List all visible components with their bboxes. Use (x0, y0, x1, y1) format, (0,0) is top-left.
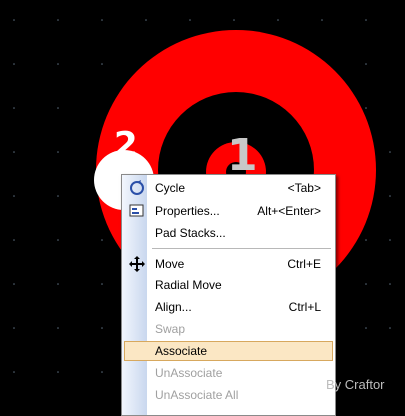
menu-item-align[interactable]: Align... Ctrl+L (124, 297, 333, 317)
menu-item-label: Associate (155, 344, 208, 358)
cycle-icon (129, 180, 145, 196)
menu-item-cycle[interactable]: Cycle <Tab> (124, 178, 333, 198)
menu-item-shortcut: <Tab> (287, 181, 321, 195)
menu-item-label: UnAssociate All (155, 388, 239, 402)
menu-item-label: Radial Move (155, 278, 222, 292)
menu-item-swap[interactable]: Swap (124, 319, 333, 339)
menu-item-shortcut: Ctrl+L (288, 300, 321, 314)
menu-item-label: Pad Stacks... (155, 226, 226, 240)
menu-item-label: Align... (155, 300, 192, 314)
menu-item-move[interactable]: Move Ctrl+E (124, 254, 333, 274)
move-arrows-icon (129, 256, 145, 272)
menu-separator (152, 248, 331, 249)
menu-item-label: Properties... (155, 204, 220, 218)
menu-item-shortcut: Ctrl+E (287, 257, 321, 271)
menu-item-pad-stacks[interactable]: Pad Stacks... (124, 223, 333, 243)
menu-item-properties[interactable]: Properties... Alt+<Enter> (124, 201, 333, 221)
menu-item-unassociate[interactable]: UnAssociate (124, 363, 333, 383)
menu-item-label: UnAssociate (155, 366, 223, 380)
context-menu: Cycle <Tab> Properties... Alt+<Enter> Pa… (121, 174, 336, 416)
menu-item-label: Move (155, 257, 185, 271)
properties-icon (129, 203, 145, 219)
menu-item-label: Cycle (155, 181, 186, 195)
neighbor-pin-label: 2 (114, 125, 138, 165)
menu-item-label: Swap (155, 322, 186, 336)
watermark-text: By Craftor (326, 377, 385, 392)
menu-item-shortcut: Alt+<Enter> (257, 204, 321, 218)
menu-item-unassociate-all[interactable]: UnAssociate All (124, 385, 333, 405)
menu-item-radial-move[interactable]: Radial Move (124, 275, 333, 295)
menu-item-associate[interactable]: Associate (124, 341, 333, 361)
